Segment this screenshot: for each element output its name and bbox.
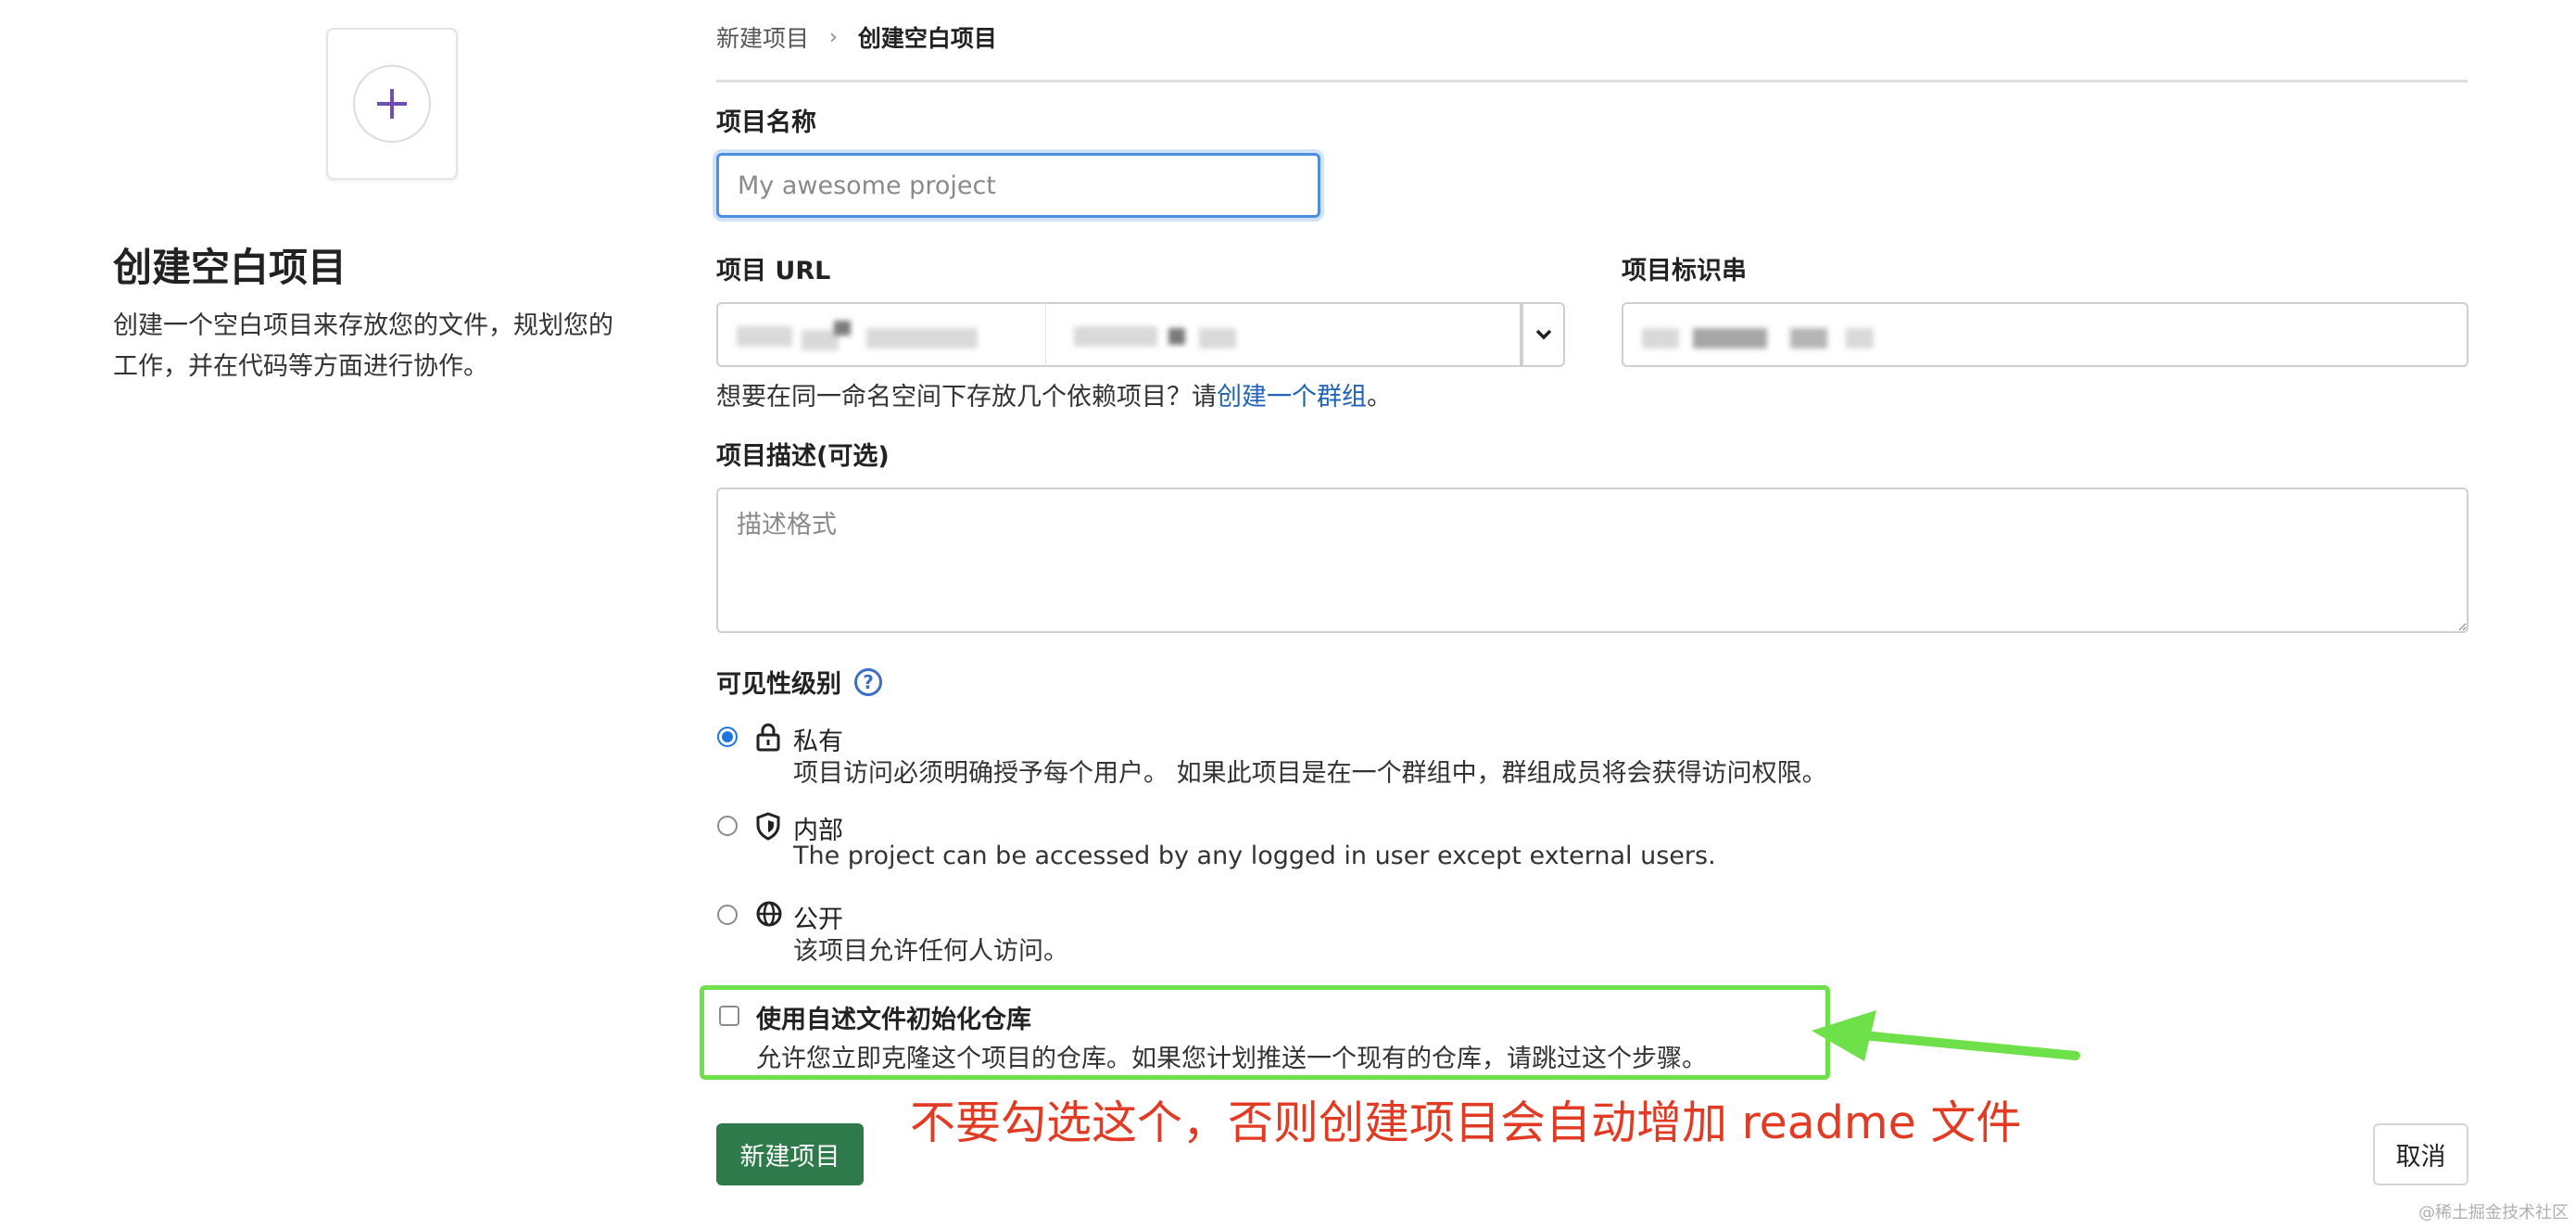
breadcrumb-current: 创建空白项目 — [857, 25, 997, 52]
project-name-input[interactable] — [716, 153, 1320, 218]
visibility-public-radio[interactable] — [717, 905, 738, 925]
chevron-down-icon — [1535, 329, 1551, 340]
project-url-label: 项目 URL — [716, 257, 831, 285]
create-project-button[interactable]: 新建项目 — [716, 1123, 864, 1185]
project-description-textarea[interactable] — [716, 488, 2469, 633]
group-help-text: 想要在同一命名空间下存放几个依赖项目？请创建一个群组。 — [716, 376, 1392, 412]
project-description-label: 项目描述(可选) — [716, 442, 890, 471]
group-help-suffix: 。 — [1367, 383, 1392, 412]
left-description-line1: 创建一个空白项目来存放您的文件，规划您的 — [113, 311, 613, 340]
project-slug-label: 项目标识串 — [1622, 257, 1747, 285]
project-slug-input[interactable] — [1622, 302, 2469, 367]
shield-icon — [756, 812, 780, 841]
plus-circle — [353, 65, 431, 143]
project-url-base — [716, 302, 1045, 367]
namespace-select[interactable] — [1045, 302, 1522, 367]
help-icon[interactable]: ? — [854, 667, 882, 696]
visibility-private-radio[interactable] — [717, 727, 738, 747]
readme-checkbox[interactable] — [719, 1006, 739, 1026]
left-title: 创建空白项目 — [113, 245, 347, 290]
readme-title: 使用自述文件初始化仓库 — [756, 1006, 1031, 1034]
project-url-group — [716, 302, 1565, 367]
visibility-internal-radio[interactable] — [717, 816, 738, 836]
chevron-right-icon: › — [829, 25, 838, 49]
lock-icon — [756, 723, 780, 752]
visibility-private-desc: 项目访问必须明确授予每个用户。 如果此项目是在一个群组中，群组成员将会获得访问权… — [793, 759, 1827, 788]
globe-icon — [756, 901, 782, 927]
divider — [716, 80, 2468, 82]
annotation-text: 不要勾选这个，否则创建项目会自动增加 readme 文件 — [910, 1096, 2022, 1149]
visibility-label: 可见性级别 — [716, 670, 841, 699]
breadcrumb: 新建项目 › 创建空白项目 — [716, 20, 997, 54]
left-description-line2: 工作，并在代码等方面进行协作。 — [113, 352, 488, 381]
template-card — [326, 28, 458, 180]
project-name-label: 项目名称 — [716, 108, 816, 137]
visibility-internal-desc: The project can be accessed by any logge… — [793, 842, 1716, 870]
readme-desc: 允许您立即克隆这个项目的仓库。如果您计划推送一个现有的仓库，请跳过这个步骤。 — [756, 1045, 1707, 1073]
namespace-dropdown-toggle[interactable] — [1522, 302, 1565, 367]
plus-icon — [377, 89, 407, 119]
group-help-prefix: 想要在同一命名空间下存放几个依赖项目？请 — [716, 383, 1217, 412]
breadcrumb-new-project[interactable]: 新建项目 — [716, 20, 809, 54]
create-group-link[interactable]: 创建一个群组 — [1217, 383, 1367, 412]
cancel-button[interactable]: 取消 — [2373, 1123, 2469, 1185]
visibility-heading: 可见性级别 ? — [716, 664, 882, 700]
annotation-arrow-icon — [1812, 1010, 2080, 1061]
visibility-public-desc: 该项目允许任何人访问。 — [793, 937, 1068, 966]
watermark: @稀土掘金技术社区 — [2418, 1203, 2569, 1223]
left-description: 创建一个空白项目来存放您的文件，规划您的 工作，并在代码等方面进行协作。 — [113, 306, 650, 387]
